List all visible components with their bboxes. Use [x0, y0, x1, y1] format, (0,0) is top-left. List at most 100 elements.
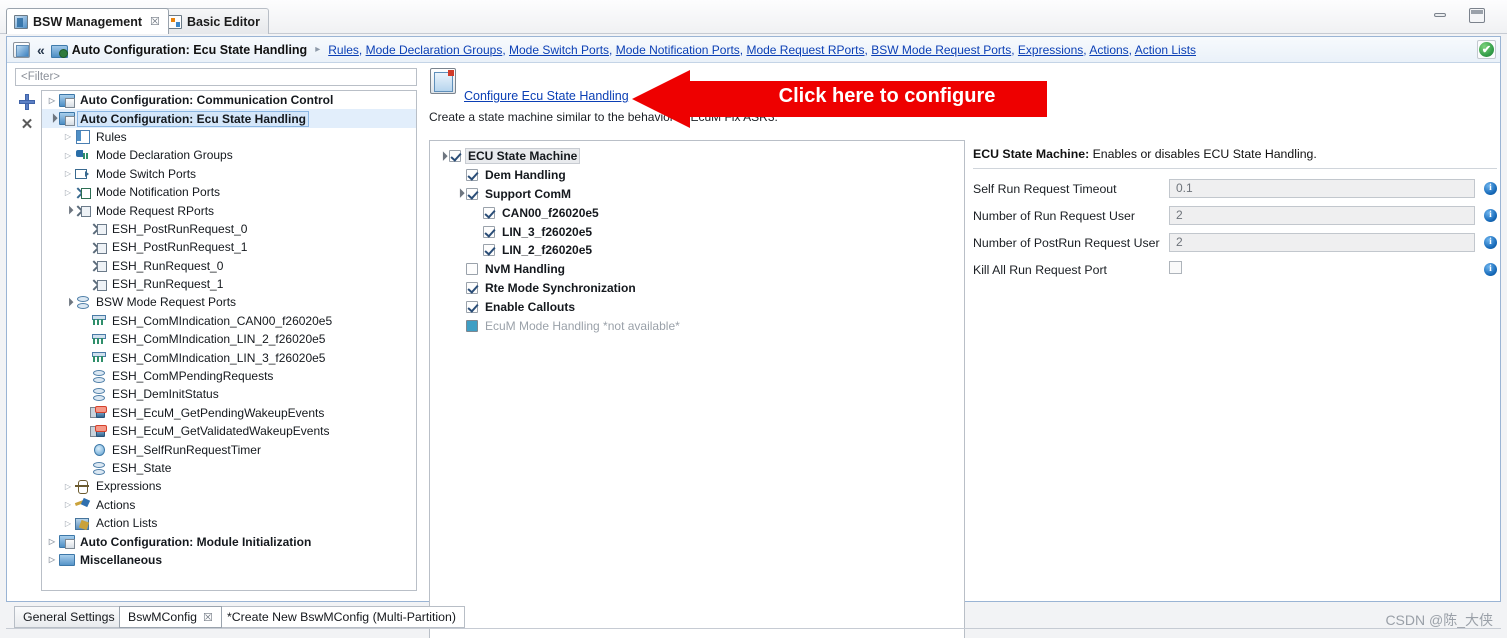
checkbox[interactable]: [466, 300, 478, 313]
info-icon[interactable]: i: [1484, 236, 1497, 249]
option-label: Support ComM: [485, 186, 571, 201]
maximize-icon[interactable]: [1469, 8, 1485, 23]
tree-item-label: ESH_SelfRunRequestTimer: [112, 442, 261, 457]
checkbox[interactable]: [483, 206, 495, 219]
filter-input[interactable]: <Filter>: [15, 68, 417, 86]
property-input[interactable]: 2: [1169, 233, 1475, 252]
breadcrumb-link-expressions[interactable]: Expressions: [1018, 43, 1083, 57]
tree-item[interactable]: BSW Mode Request Ports: [42, 293, 416, 311]
breadcrumb-link-mode-switch-ports[interactable]: Mode Switch Ports: [509, 43, 609, 57]
tree-item[interactable]: Action Lists: [42, 514, 416, 532]
option-row[interactable]: LIN_3_f26020e5: [430, 222, 964, 241]
chevron-right-icon[interactable]: [46, 537, 58, 546]
chevron-right-icon[interactable]: [46, 96, 58, 105]
checkbox[interactable]: [466, 169, 478, 182]
tree-item[interactable]: ESH_PostRunRequest_0: [42, 220, 416, 238]
add-icon[interactable]: [18, 93, 36, 111]
chevron-right-icon[interactable]: [62, 151, 74, 160]
chevron-down-icon[interactable]: [46, 114, 58, 123]
tab-basic-editor[interactable]: Basic Editor: [160, 8, 269, 34]
tab-bsw-management[interactable]: BSW Management ☒: [6, 8, 169, 34]
option-label: Enable Callouts: [485, 299, 576, 314]
tree-item[interactable]: ESH_RunRequest_0: [42, 257, 416, 275]
tree-item[interactable]: Mode Request RPorts: [42, 201, 416, 219]
chevron-down-icon[interactable]: [62, 298, 74, 307]
tree-item[interactable]: Auto Configuration: Communication Contro…: [42, 91, 416, 109]
tree-item[interactable]: ESH_ComMIndication_CAN00_f26020e5: [42, 312, 416, 330]
option-row[interactable]: CAN00_f26020e5: [430, 203, 964, 222]
option-row[interactable]: Enable Callouts: [430, 297, 964, 316]
close-icon[interactable]: ☒: [150, 15, 160, 28]
bottom-tab-bswmconfig[interactable]: BswMConfig ☒: [119, 606, 222, 628]
tree-item[interactable]: Rules: [42, 128, 416, 146]
configuration-tree[interactable]: Auto Configuration: Communication Contro…: [41, 90, 417, 591]
checkbox[interactable]: [483, 225, 495, 238]
info-icon[interactable]: i: [1484, 209, 1497, 222]
tree-item[interactable]: Auto Configuration: Module Initializatio…: [42, 532, 416, 550]
back-icon[interactable]: «: [35, 42, 46, 58]
breadcrumb-link-bsw-mode-request-ports[interactable]: BSW Mode Request Ports: [871, 43, 1011, 57]
tree-item[interactable]: ESH_EcuM_GetPendingWakeupEvents: [42, 404, 416, 422]
tree-item[interactable]: Mode Switch Ports: [42, 165, 416, 183]
option-row[interactable]: Support ComM: [430, 185, 964, 204]
property-checkbox[interactable]: [1169, 260, 1182, 274]
chevron-right-icon[interactable]: [62, 169, 74, 178]
option-row[interactable]: Rte Mode Synchronization: [430, 279, 964, 298]
tree-item[interactable]: ESH_RunRequest_1: [42, 275, 416, 293]
tree-item[interactable]: Mode Declaration Groups: [42, 146, 416, 164]
minimize-icon[interactable]: [1433, 8, 1447, 18]
tree-item[interactable]: ESH_EcuM_GetValidatedWakeupEvents: [42, 422, 416, 440]
breadcrumb-link-mode-request-rports[interactable]: Mode Request RPorts: [746, 43, 864, 57]
bottom-tab-create-new-bswmconfig[interactable]: *Create New BswMConfig (Multi-Partition): [218, 606, 465, 628]
option-row[interactable]: ECU State Machine: [430, 147, 964, 166]
checkbox[interactable]: [483, 244, 495, 257]
chevron-right-icon[interactable]: [62, 500, 74, 509]
chevron-down-icon[interactable]: [436, 152, 449, 161]
tree-item[interactable]: ESH_State: [42, 459, 416, 477]
checkbox[interactable]: [466, 281, 478, 294]
tree-item[interactable]: ESH_ComMIndication_LIN_2_f26020e5: [42, 330, 416, 348]
configure-ecu-state-handling-link[interactable]: Configure Ecu State Handling: [464, 89, 629, 103]
delete-icon[interactable]: ✕: [18, 116, 36, 134]
breadcrumb-link-rules[interactable]: Rules: [328, 43, 359, 57]
option-row[interactable]: NvM Handling: [430, 260, 964, 279]
option-row[interactable]: EcuM Mode Handling *not available*: [430, 316, 964, 335]
chevron-right-icon[interactable]: [62, 132, 74, 141]
breadcrumb-comma: ,: [358, 42, 366, 57]
tree-item[interactable]: Mode Notification Ports: [42, 183, 416, 201]
chevron-right-icon[interactable]: [62, 482, 74, 491]
checkbox[interactable]: [466, 187, 478, 200]
info-icon[interactable]: i: [1484, 263, 1497, 276]
checkbox[interactable]: [449, 150, 461, 163]
tree-item[interactable]: ESH_PostRunRequest_1: [42, 238, 416, 256]
state-machine-options[interactable]: ECU State Machine Dem Handling Support Com…: [429, 140, 965, 638]
option-label: Rte Mode Synchronization: [485, 280, 636, 295]
chevron-right-icon[interactable]: [46, 555, 58, 564]
tree-item[interactable]: Auto Configuration: Ecu State Handling: [42, 109, 416, 128]
breadcrumb-link-actions[interactable]: Actions: [1089, 43, 1128, 57]
info-icon[interactable]: i: [1484, 182, 1497, 195]
chevron-down-icon[interactable]: [453, 189, 466, 198]
tree-item[interactable]: Miscellaneous: [42, 551, 416, 569]
option-row[interactable]: Dem Handling: [430, 166, 964, 185]
bottom-tab-general-settings[interactable]: General Settings: [14, 606, 124, 628]
property-input[interactable]: 0.1: [1169, 179, 1475, 198]
folder-icon: [58, 552, 75, 567]
tree-item[interactable]: ESH_ComMIndication_LIN_3_f26020e5: [42, 348, 416, 366]
tree-item[interactable]: ESH_SelfRunRequestTimer: [42, 440, 416, 458]
close-icon[interactable]: ☒: [203, 611, 213, 624]
mrp-icon: [90, 258, 107, 273]
tree-item[interactable]: ESH_DemInitStatus: [42, 385, 416, 403]
breadcrumb-link-mode-declaration-groups[interactable]: Mode Declaration Groups: [366, 43, 503, 57]
option-row[interactable]: LIN_2_f26020e5: [430, 241, 964, 260]
page-title: Auto Configuration: Ecu State Handling: [71, 42, 308, 57]
breadcrumb-link-mode-notification-ports[interactable]: Mode Notification Ports: [616, 43, 740, 57]
chevron-right-icon[interactable]: [62, 519, 74, 528]
property-input[interactable]: 2: [1169, 206, 1475, 225]
tree-item[interactable]: Actions: [42, 496, 416, 514]
breadcrumb-link-action-lists[interactable]: Action Lists: [1135, 43, 1196, 57]
checkbox[interactable]: [466, 263, 478, 276]
tree-item-label: Auto Configuration: Ecu State Handling: [77, 110, 309, 127]
tree-item[interactable]: ESH_ComMPendingRequests: [42, 367, 416, 385]
tree-item[interactable]: Expressions: [42, 477, 416, 495]
